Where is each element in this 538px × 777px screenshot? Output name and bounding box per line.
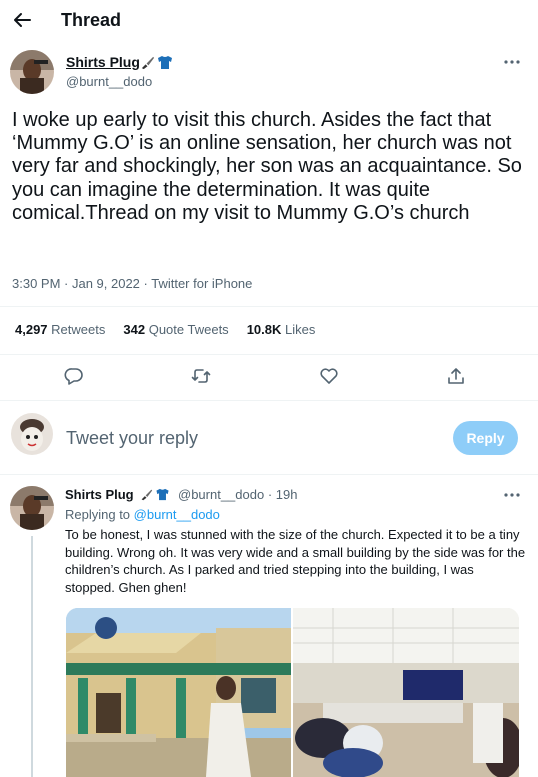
more-icon[interactable] [502, 59, 522, 65]
reply-author-name[interactable]: Shirts Plug [65, 487, 134, 502]
share-icon[interactable] [446, 366, 466, 386]
divider [0, 474, 538, 475]
author-name[interactable]: Shirts Plug [66, 54, 140, 70]
tweet-meta[interactable]: 3:30 PM · Jan 9, 2022 · Twitter for iPho… [12, 276, 252, 291]
page-title: Thread [61, 10, 122, 30]
tweet-text: I woke up early to visit this church. As… [12, 109, 522, 224]
divider [0, 400, 538, 401]
photo-church-exterior[interactable] [66, 608, 291, 777]
reply-input[interactable]: Tweet your reply [66, 428, 198, 449]
like-icon[interactable] [319, 366, 339, 386]
reply-text: To be honest, I was stunned with the siz… [65, 527, 526, 595]
reply-handle-time[interactable]: @burnt__dodo · 19h [178, 487, 297, 502]
tshirt-icon [158, 56, 172, 69]
thread-line [31, 536, 33, 777]
photo-church-interior[interactable] [293, 608, 519, 777]
tshirt-icon [156, 488, 169, 501]
avatar[interactable] [10, 50, 54, 94]
brush-icon [141, 489, 153, 501]
author-handle[interactable]: @burnt__dodo [66, 74, 152, 89]
tweet-stats: 4,297 Retweets 342 Quote Tweets 10.8K Li… [15, 322, 315, 337]
retweets-stat[interactable]: 4,297 Retweets [15, 322, 105, 337]
my-avatar[interactable] [11, 413, 53, 455]
retweet-icon[interactable] [191, 366, 211, 386]
reply-button[interactable]: Reply [453, 421, 518, 455]
divider [0, 306, 538, 307]
back-arrow-icon[interactable] [12, 10, 32, 30]
reply-avatar[interactable] [10, 486, 54, 530]
thread-header: Thread [0, 0, 538, 42]
replying-to-link[interactable]: @burnt__dodo [134, 507, 220, 522]
reply-icon[interactable] [64, 366, 84, 386]
brush-icon [141, 56, 155, 70]
likes-stat[interactable]: 10.8K Likes [247, 322, 316, 337]
more-icon[interactable] [502, 492, 522, 498]
divider [0, 354, 538, 355]
replying-to: Replying to @burnt__dodo [65, 507, 220, 522]
quotes-stat[interactable]: 342 Quote Tweets [123, 322, 228, 337]
